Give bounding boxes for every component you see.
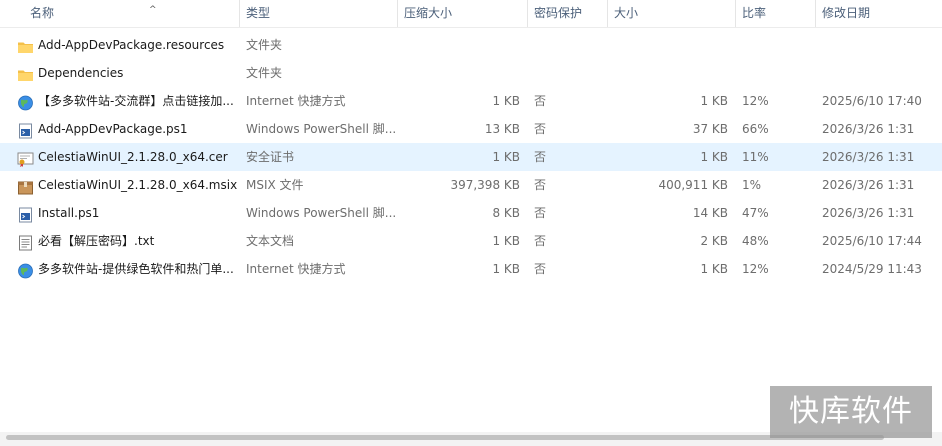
modified-date: 2026/3/26 1:31 [822,122,915,136]
password-protected: 否 [534,122,547,136]
file-type: MSIX 文件 [246,178,304,192]
file-row[interactable]: Dependencies 文件夹 [0,59,942,87]
password-protected: 否 [534,150,547,164]
compressed-size: 1 KB [492,94,520,108]
compressed-size: 1 KB [492,234,520,248]
file-size: 1 KB [700,94,728,108]
file-name: Add-AppDevPackage.ps1 [38,122,188,136]
modified-date: 2025/6/10 17:40 [822,94,922,108]
file-name: 必看【解压密码】.txt [38,234,155,248]
file-row[interactable]: Install.ps1 Windows PowerShell 脚... 8 KB 否 1… [0,199,942,227]
compressed-size: 13 KB [484,122,520,136]
file-name: Install.ps1 [38,206,100,220]
horizontal-scrollbar[interactable] [6,435,884,440]
column-header-name[interactable]: ^ 名称 [24,0,240,27]
column-header: ^ 名称 类型 压缩大小 密码保护 大小 比率 修改日期 [0,0,942,28]
compression-ratio: 47% [742,206,769,220]
file-row[interactable]: 【多多软件站-交流群】点击链接加... Internet 快捷方式 1 KB 否 1 K… [0,87,942,115]
file-type: 文件夹 [246,38,283,52]
compression-ratio: 12% [742,94,769,108]
folder-icon [17,65,34,81]
file-name: CelestiaWinUI_2.1.28.0_x64.cer [38,150,228,164]
compression-ratio [742,31,802,59]
file-size: 1 KB [700,262,728,276]
file-row[interactable]: 多多软件站-提供绿色软件和热门单... Internet 快捷方式 1 KB 否 1 K… [0,255,942,283]
modified-date: 2024/5/29 11:43 [822,262,922,276]
internet-shortcut-icon [17,261,34,279]
password-protected: 否 [534,206,547,220]
file-type: Windows PowerShell 脚... [246,206,396,220]
column-header-password[interactable]: 密码保护 [528,0,608,27]
modified-date [822,59,940,87]
file-name: 【多多软件站-交流群】点击链接加... [38,94,234,108]
file-row[interactable]: 必看【解压密码】.txt 文本文档 1 KB 否 2 KB 48% 2025/6/10 17… [0,227,942,255]
password-protected [534,59,594,87]
modified-date: 2026/3/26 1:31 [822,206,915,220]
compression-ratio: 12% [742,262,769,276]
msix-package-icon [17,177,34,195]
compressed-size [404,59,520,87]
file-type: Internet 快捷方式 [246,262,346,276]
file-row[interactable]: Add-AppDevPackage.ps1 Windows PowerShell … [0,115,942,143]
password-protected: 否 [534,178,547,192]
compression-ratio: 48% [742,234,769,248]
file-size: 1 KB [700,150,728,164]
password-protected [534,31,594,59]
password-protected: 否 [534,94,547,108]
folder-icon [17,37,34,53]
compression-ratio: 66% [742,122,769,136]
column-header-size[interactable]: 大小 [608,0,736,27]
column-header-ratio[interactable]: 比率 [736,0,816,27]
file-row[interactable]: Add-AppDevPackage.resources 文件夹 [0,31,942,59]
file-name: Add-AppDevPackage.resources [38,38,225,52]
modified-date: 2025/6/10 17:44 [822,234,922,248]
text-document-icon [17,233,34,251]
modified-date [822,31,940,59]
file-type: 文本文档 [246,234,295,248]
file-row[interactable]: CelestiaWinUI_2.1.28.0_x64.cer 安全证书 1 KB 否 1… [0,143,942,171]
modified-date: 2026/3/26 1:31 [822,178,915,192]
file-name: 多多软件站-提供绿色软件和热门单... [38,262,234,276]
file-size [612,31,728,59]
powershell-script-icon [17,121,34,139]
file-row[interactable]: CelestiaWinUI_2.1.28.0_x64.msix MSIX 文件 39… [0,171,942,199]
modified-date: 2026/3/26 1:31 [822,150,915,164]
file-type: 安全证书 [246,150,295,164]
internet-shortcut-icon [17,93,34,111]
column-header-type[interactable]: 类型 [240,0,398,27]
file-name: CelestiaWinUI_2.1.28.0_x64.msix [38,178,238,192]
file-size [612,59,728,87]
file-name: Dependencies [38,66,124,80]
password-protected: 否 [534,262,547,276]
compression-ratio [742,59,802,87]
compressed-size: 8 KB [492,206,520,220]
sort-ascending-icon: ^ [149,5,157,15]
compression-ratio: 1% [742,178,762,192]
file-type: Windows PowerShell 脚... [246,122,396,136]
column-header-compressed-size[interactable]: 压缩大小 [398,0,528,27]
column-header-modified[interactable]: 修改日期 [816,0,942,27]
compressed-size [404,31,520,59]
powershell-script-icon [17,205,34,223]
file-size: 37 KB [692,122,728,136]
file-size: 14 KB [692,206,728,220]
compressed-size: 397,398 KB [450,178,520,192]
watermark: 快库软件 [770,386,932,438]
compressed-size: 1 KB [492,262,520,276]
file-type: 文件夹 [246,66,283,80]
password-protected: 否 [534,234,547,248]
file-type: Internet 快捷方式 [246,94,346,108]
file-size: 400,911 KB [658,178,728,192]
compressed-size: 1 KB [492,150,520,164]
certificate-icon [17,149,34,167]
compression-ratio: 11% [742,150,769,164]
file-size: 2 KB [700,234,728,248]
